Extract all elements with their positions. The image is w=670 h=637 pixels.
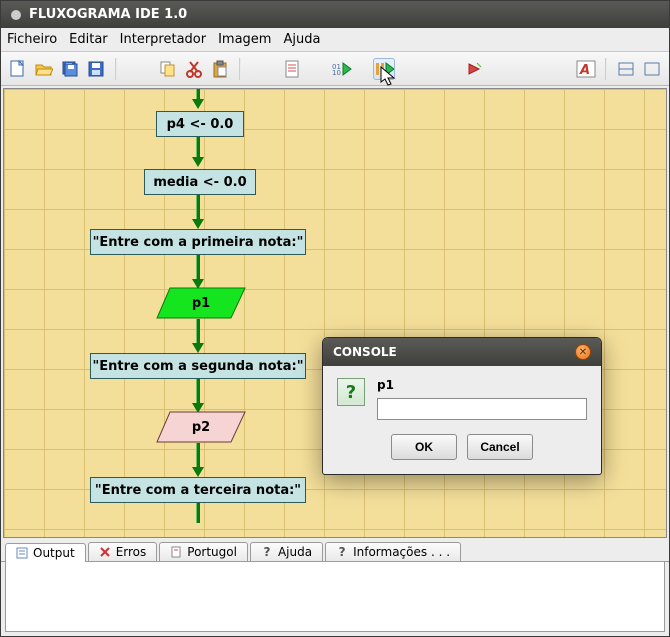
menu-editar[interactable]: Editar (69, 32, 108, 47)
output-node-prompt2[interactable]: "Entre com a segunda nota:" (90, 353, 306, 379)
copy-button[interactable] (157, 58, 179, 80)
node-label: p1 (156, 287, 246, 319)
dialog-title-bar[interactable]: CONSOLE ✕ (323, 338, 601, 366)
cancel-button[interactable]: Cancel (467, 434, 533, 460)
menu-interpretador[interactable]: Interpretador (120, 32, 206, 47)
paste-button[interactable] (209, 58, 231, 80)
maximize-panel-button[interactable] (641, 58, 663, 80)
node-label: p4 <- 0.0 (167, 117, 234, 132)
node-label: "Entre com a primeira nota:" (93, 235, 304, 250)
new-file-icon (10, 60, 26, 78)
maximize-icon (644, 62, 660, 76)
pause-button[interactable] (373, 58, 395, 80)
node-label: media <- 0.0 (153, 175, 246, 190)
node-label: "Entre com a segunda nota:" (93, 359, 304, 374)
toolbar-separator (115, 58, 117, 80)
pause-icon (374, 61, 394, 77)
font-button[interactable]: A (575, 58, 597, 80)
menu-ficheiro[interactable]: Ficheiro (7, 32, 57, 47)
portugol-icon (170, 546, 182, 558)
help-icon: ? (261, 546, 273, 558)
stop-button[interactable] (463, 58, 485, 80)
run-button[interactable]: 0110 (331, 58, 353, 80)
app-icon (11, 10, 21, 20)
copy-icon (159, 60, 177, 78)
dialog-body: ? p1 OK Cancel (323, 366, 601, 474)
console-dialog: CONSOLE ✕ ? p1 OK Cancel (322, 337, 602, 475)
cut-icon (186, 60, 202, 78)
save-icon (88, 61, 104, 77)
saveall-button[interactable] (59, 58, 81, 80)
node-label: p2 (156, 411, 246, 443)
tab-erros[interactable]: Erros (88, 542, 158, 561)
process-node-media[interactable]: media <- 0.0 (144, 169, 256, 195)
menu-ajuda[interactable]: Ajuda (283, 32, 320, 47)
menu-bar: Ficheiro Editar Interpretador Imagem Aju… (1, 28, 669, 52)
open-folder-icon (35, 61, 53, 77)
title-bar[interactable]: FLUXOGRAMA IDE 1.0 (1, 1, 669, 28)
menu-imagem[interactable]: Imagem (218, 32, 271, 47)
window-title: FLUXOGRAMA IDE 1.0 (29, 7, 187, 22)
tab-label: Erros (116, 545, 147, 559)
process-node-p4[interactable]: p4 <- 0.0 (156, 111, 244, 137)
info-icon: ? (336, 546, 348, 558)
new-file-button[interactable] (7, 58, 29, 80)
cut-button[interactable] (183, 58, 205, 80)
dialog-close-button[interactable]: ✕ (575, 344, 591, 360)
svg-text:10: 10 (332, 69, 341, 77)
app-window: FLUXOGRAMA IDE 1.0 Ficheiro Editar Inter… (0, 0, 670, 637)
minimize-panel-button[interactable] (615, 58, 637, 80)
dialog-input[interactable] (377, 398, 587, 420)
stop-icon (466, 61, 482, 77)
document-icon (284, 60, 300, 78)
save-all-icon (61, 60, 79, 78)
run-icon: 0110 (332, 61, 352, 77)
output-pane[interactable] (5, 562, 665, 632)
doc-button[interactable] (281, 58, 303, 80)
tab-portugol[interactable]: Portugol (159, 542, 248, 561)
output-node-prompt3[interactable]: "Entre com a terceira nota:" (90, 477, 306, 503)
save-button[interactable] (85, 58, 107, 80)
tab-output[interactable]: Output (5, 543, 86, 562)
question-icon: ? (337, 378, 365, 406)
ok-button[interactable]: OK (391, 434, 457, 460)
open-button[interactable] (33, 58, 55, 80)
toolbar-separator (239, 58, 241, 80)
output-node-prompt1[interactable]: "Entre com a primeira nota:" (90, 229, 306, 255)
svg-text:A: A (579, 63, 590, 78)
minimize-icon (618, 62, 634, 76)
paste-icon (212, 60, 228, 78)
dialog-prompt-label: p1 (377, 378, 587, 392)
font-icon: A (576, 60, 596, 78)
tab-informacoes[interactable]: ? Informações . . . (325, 542, 461, 561)
output-icon (16, 547, 28, 559)
bottom-tabs: Output Erros Portugol ? Ajuda ? Informaç… (1, 540, 669, 562)
toolbar: 0110 A (1, 52, 669, 86)
error-icon (99, 546, 111, 558)
flowchart-canvas[interactable]: p4 <- 0.0 media <- 0.0 "Entre com a prim… (3, 88, 667, 538)
tab-label: Ajuda (278, 545, 312, 559)
dialog-title: CONSOLE (333, 345, 397, 359)
tab-label: Informações . . . (353, 545, 450, 559)
tab-label: Portugol (187, 545, 237, 559)
tab-ajuda[interactable]: ? Ajuda (250, 542, 323, 561)
close-icon: ✕ (579, 347, 587, 358)
toolbar-separator (605, 58, 607, 80)
node-label: "Entre com a terceira nota:" (95, 483, 301, 498)
tab-label: Output (33, 546, 75, 560)
